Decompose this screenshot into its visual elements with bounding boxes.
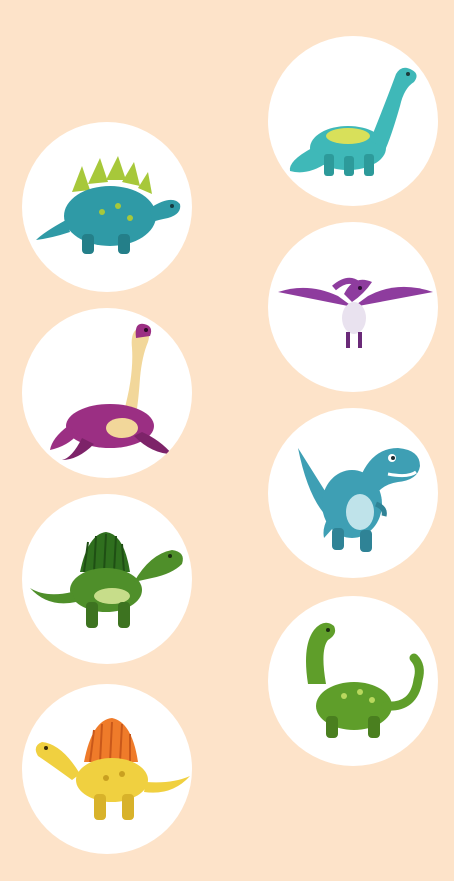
- spinosaurus-icon: [30, 532, 183, 628]
- plesiosaur-icon: [50, 323, 172, 460]
- card-sauropod[interactable]: [268, 596, 438, 766]
- stegosaurus-icon: [36, 156, 181, 254]
- pterodactyl-icon: [278, 277, 433, 348]
- card-plesiosaur[interactable]: [22, 308, 192, 478]
- card-pterodactyl[interactable]: [268, 222, 438, 392]
- tyrannosaurus-icon: [298, 448, 420, 552]
- spinosaurus-yellow-icon: [35, 718, 190, 820]
- long-neck-dinosaur-icon: [289, 67, 417, 176]
- sauropod-icon: [306, 622, 424, 738]
- card-brachiosaurus[interactable]: [268, 36, 438, 206]
- dinosaur-grid: [0, 0, 454, 881]
- card-spinosaurus-green[interactable]: [22, 494, 192, 664]
- card-spinosaurus-yellow[interactable]: [22, 684, 192, 854]
- card-stegosaurus[interactable]: [22, 122, 192, 292]
- card-tyrannosaurus[interactable]: [268, 408, 438, 578]
